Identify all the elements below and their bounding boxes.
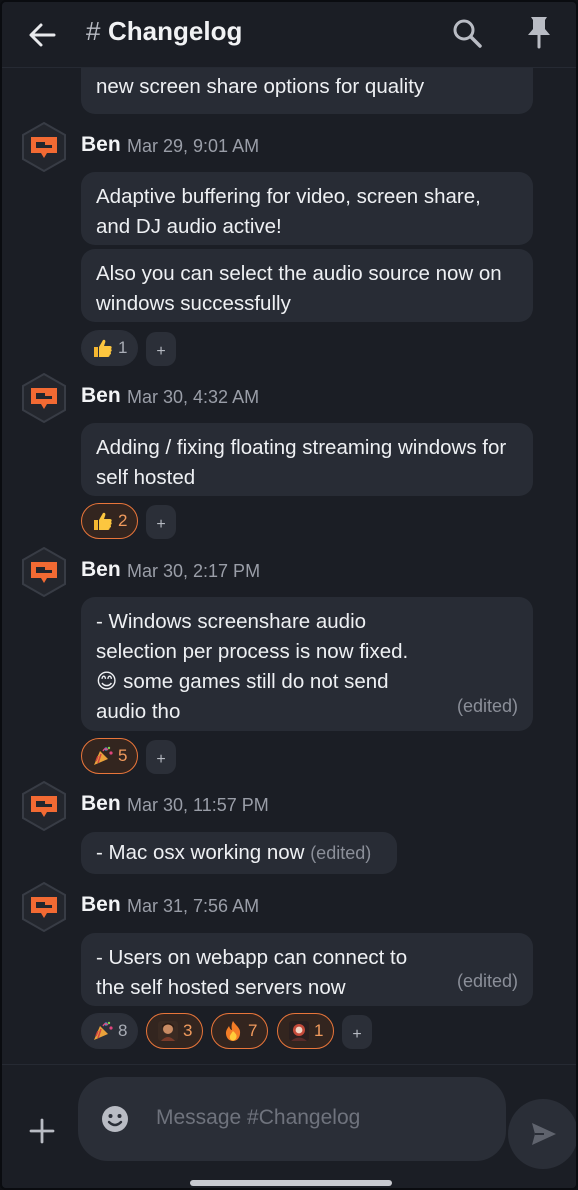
message-header: Ben Mar 29, 9:01 AM: [20, 121, 560, 173]
reaction-count: 5: [118, 746, 128, 765]
message-input[interactable]: Message #Changelog: [78, 1077, 506, 1161]
pin-icon[interactable]: [522, 14, 556, 50]
add-reaction-button[interactable]: +: [146, 740, 176, 774]
user-avatar[interactable]: [20, 780, 68, 832]
user-avatar[interactable]: [20, 546, 68, 598]
search-icon[interactable]: [450, 16, 484, 50]
message-text: - Users on webapp can connect to the sel…: [96, 946, 408, 999]
add-reaction-plus: +: [352, 1026, 362, 1043]
author-name[interactable]: Ben: [81, 893, 121, 917]
user-avatar[interactable]: [20, 881, 68, 933]
user-avatar[interactable]: [20, 372, 68, 424]
message-bubble[interactable]: - Mac osx working now (edited): [81, 832, 397, 874]
message-bubble: new screen share options for quality: [81, 68, 533, 114]
thumbs-up-icon: [94, 339, 112, 357]
add-reaction-button[interactable]: +: [342, 1015, 372, 1049]
author-name[interactable]: Ben: [81, 384, 121, 408]
edited-label: (edited): [456, 971, 518, 991]
reaction-custom-avatar[interactable]: 3: [146, 1013, 204, 1049]
add-reaction-plus: +: [156, 516, 166, 533]
reaction-count: 3: [183, 1021, 193, 1040]
reaction-party-popper[interactable]: 5: [81, 738, 139, 774]
party-popper-icon: [94, 1021, 113, 1040]
message-placeholder: Message #Changelog: [156, 1106, 361, 1129]
author-name[interactable]: Ben: [81, 558, 121, 582]
add-reaction-plus: +: [156, 343, 166, 360]
message-text: - Windows screenshare audio selection pe…: [96, 610, 409, 723]
emoji-picker-icon[interactable]: [100, 1104, 130, 1134]
fire-icon: [225, 1021, 241, 1041]
home-indicator: [190, 1180, 392, 1186]
message-header: Ben Mar 30, 4:32 AM: [20, 372, 560, 424]
message-text: new screen share options for quality: [96, 75, 425, 98]
reaction-count: 1: [118, 338, 128, 357]
author-name[interactable]: Ben: [81, 133, 121, 157]
reaction-thumbs-up[interactable]: 1: [81, 330, 139, 366]
reaction-custom-avatar[interactable]: 1: [277, 1013, 335, 1049]
reaction-party-popper[interactable]: 8: [81, 1013, 139, 1049]
reaction-count: 2: [118, 511, 128, 530]
channel-hash: #: [86, 16, 101, 46]
thumbs-up-icon: [94, 512, 112, 530]
message-bubble[interactable]: Adaptive buffering for video, screen sha…: [81, 172, 533, 245]
send-icon: [532, 1123, 556, 1145]
reaction-count: 8: [118, 1021, 128, 1040]
add-reaction-plus: +: [156, 751, 166, 768]
edited-label: (edited): [456, 696, 518, 716]
user-avatar[interactable]: [20, 121, 68, 173]
message-text: Adding / fixing floating streaming windo…: [96, 436, 507, 489]
message-bubble[interactable]: Adding / fixing floating streaming windo…: [81, 423, 533, 496]
message-text: Adaptive buffering for video, screen sha…: [96, 185, 481, 238]
attach-plus-icon[interactable]: [28, 1117, 56, 1145]
reaction-count: 7: [248, 1021, 258, 1040]
edited-label: (edited): [310, 843, 372, 863]
channel-header: # Changelog: [2, 2, 576, 68]
send-button[interactable]: [508, 1099, 576, 1169]
message-list[interactable]: new screen share options for quality Ben…: [2, 68, 576, 1064]
back-arrow-icon[interactable]: [26, 18, 60, 52]
message-timestamp: Mar 29, 9:01 AM: [127, 136, 260, 156]
message-header: Ben Mar 30, 11:57 PM: [20, 780, 560, 832]
app-window: # Changelog new screen share options for…: [0, 0, 578, 1190]
message-text: Also you can select the audio source now…: [96, 262, 502, 315]
custom-emoji-avatar-icon: [289, 1021, 309, 1041]
message-timestamp: Mar 30, 4:32 AM: [127, 387, 260, 407]
message-timestamp: Mar 31, 7:56 AM: [127, 896, 260, 916]
message-bubble[interactable]: - Windows screenshare audio selection pe…: [81, 597, 533, 731]
channel-title: Changelog: [108, 16, 243, 46]
reaction-fire[interactable]: 7: [211, 1013, 269, 1049]
message-header: Ben Mar 30, 2:17 PM: [20, 546, 560, 598]
reaction-count: 1: [314, 1021, 324, 1040]
message-composer: Message #Changelog: [2, 1064, 576, 1188]
message-bubble[interactable]: - Users on webapp can connect to the sel…: [81, 933, 533, 1006]
message-timestamp: Mar 30, 11:57 PM: [127, 795, 269, 815]
message-timestamp: Mar 30, 2:17 PM: [127, 561, 261, 581]
author-name[interactable]: Ben: [81, 792, 121, 816]
custom-emoji-avatar-icon: [158, 1021, 178, 1041]
add-reaction-button[interactable]: +: [146, 332, 176, 366]
message-bubble[interactable]: Also you can select the audio source now…: [81, 249, 533, 322]
message-header: Ben Mar 31, 7:56 AM: [20, 881, 560, 933]
add-reaction-button[interactable]: +: [146, 505, 176, 539]
message-text: - Mac osx working now: [96, 841, 305, 864]
reaction-thumbs-up[interactable]: 2: [81, 503, 139, 539]
party-popper-icon: [94, 746, 113, 765]
